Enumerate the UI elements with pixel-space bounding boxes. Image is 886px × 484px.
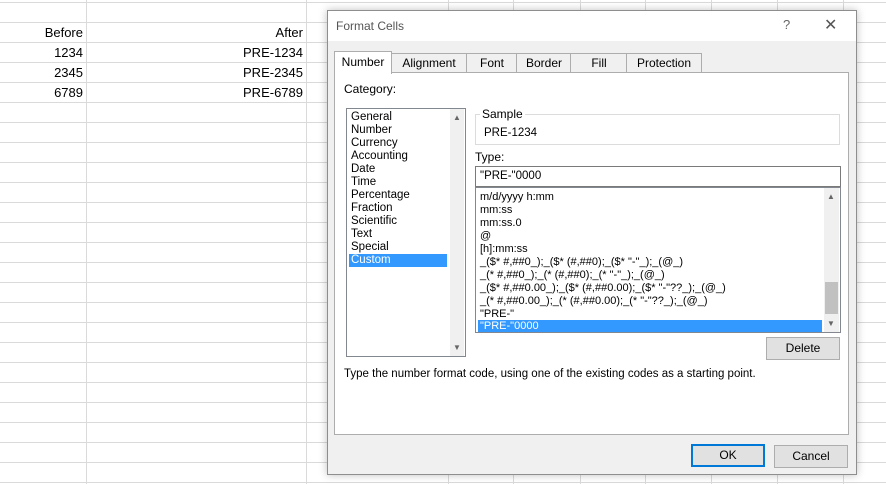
- category-item-custom[interactable]: Custom: [349, 254, 447, 267]
- chevron-down-icon[interactable]: ▼: [824, 319, 838, 328]
- category-item-number[interactable]: Number: [349, 124, 447, 137]
- dialog-title: Format Cells: [336, 19, 405, 33]
- format-item[interactable]: @: [478, 230, 822, 242]
- header-cell-before[interactable]: Before: [0, 23, 83, 43]
- cell-after[interactable]: PRE-1234: [90, 43, 303, 63]
- cell-before[interactable]: 1234: [0, 43, 83, 63]
- format-item[interactable]: mm:ss.0: [478, 217, 822, 229]
- row-divider: [0, 2, 886, 3]
- tab-fill[interactable]: Fill: [570, 53, 628, 72]
- dialog-titlebar[interactable]: Format Cells ? ✕: [328, 11, 856, 41]
- format-description: Type the number format code, using one o…: [344, 368, 756, 380]
- category-scrollbar[interactable]: [450, 109, 464, 356]
- tab-font[interactable]: Font: [466, 53, 518, 72]
- help-button[interactable]: ?: [783, 17, 790, 32]
- header-cell-after[interactable]: After: [90, 23, 303, 43]
- format-cells-dialog: Format Cells ? ✕ Number Alignment Font B…: [327, 10, 857, 475]
- format-item[interactable]: mm:ss: [478, 204, 822, 216]
- delete-button[interactable]: Delete: [766, 337, 840, 360]
- cell-after[interactable]: PRE-6789: [90, 83, 303, 103]
- cell-after[interactable]: PRE-2345: [90, 63, 303, 83]
- category-item-text[interactable]: Text: [349, 228, 447, 241]
- category-label: Category:: [344, 82, 397, 96]
- sample-label: Sample: [480, 107, 525, 121]
- number-tab-panel: Category: General Number Currency Accoun…: [334, 72, 849, 435]
- category-item-time[interactable]: Time: [349, 176, 447, 189]
- cell-before[interactable]: 2345: [0, 63, 83, 83]
- chevron-down-icon[interactable]: ▼: [450, 343, 464, 352]
- format-item[interactable]: _($* #,##0_);_($* (#,##0);_($* "-"_);_(@…: [478, 256, 822, 268]
- category-item-fraction[interactable]: Fraction: [349, 202, 447, 215]
- tab-border[interactable]: Border: [516, 53, 572, 72]
- scrollbar-thumb[interactable]: [825, 282, 838, 314]
- format-item[interactable]: m/d/yyyy h:mm: [478, 191, 822, 203]
- format-item[interactable]: [h]:mm:ss: [478, 243, 822, 255]
- tab-number[interactable]: Number: [334, 51, 392, 74]
- cell-before[interactable]: 6789: [0, 83, 83, 103]
- category-item-currency[interactable]: Currency: [349, 137, 447, 150]
- row-divider: [0, 482, 886, 483]
- category-list[interactable]: General Number Currency Accounting Date …: [346, 108, 466, 357]
- format-code-list[interactable]: m/d/yyyy h:mm mm:ss mm:ss.0 @ [h]:mm:ss …: [475, 187, 841, 333]
- format-item-selected[interactable]: "PRE-"0000: [478, 320, 822, 332]
- format-item[interactable]: _($* #,##0.00_);_($* (#,##0.00);_($* "-"…: [478, 282, 822, 294]
- category-item-scientific[interactable]: Scientific: [349, 215, 447, 228]
- category-item-general[interactable]: General: [349, 111, 447, 124]
- ok-button[interactable]: OK: [691, 444, 765, 467]
- chevron-up-icon[interactable]: ▲: [450, 113, 464, 122]
- category-item-percentage[interactable]: Percentage: [349, 189, 447, 202]
- type-input-value: "PRE-"0000: [480, 170, 542, 182]
- category-item-special[interactable]: Special: [349, 241, 447, 254]
- tab-alignment[interactable]: Alignment: [390, 53, 468, 72]
- format-item[interactable]: _(* #,##0_);_(* (#,##0);_(* "-"_);_(@_): [478, 269, 822, 281]
- format-item[interactable]: "PRE-": [478, 308, 822, 320]
- type-label: Type:: [475, 150, 505, 164]
- chevron-up-icon[interactable]: ▲: [824, 192, 838, 201]
- sample-value: PRE-1234: [484, 127, 538, 139]
- format-item[interactable]: _(* #,##0.00_);_(* (#,##0.00);_(* "-"??_…: [478, 295, 822, 307]
- category-item-date[interactable]: Date: [349, 163, 447, 176]
- close-icon[interactable]: ✕: [824, 15, 837, 35]
- tab-protection[interactable]: Protection: [626, 53, 702, 72]
- type-input[interactable]: "PRE-"0000: [475, 166, 841, 187]
- category-item-accounting[interactable]: Accounting: [349, 150, 447, 163]
- cancel-button[interactable]: Cancel: [774, 445, 848, 468]
